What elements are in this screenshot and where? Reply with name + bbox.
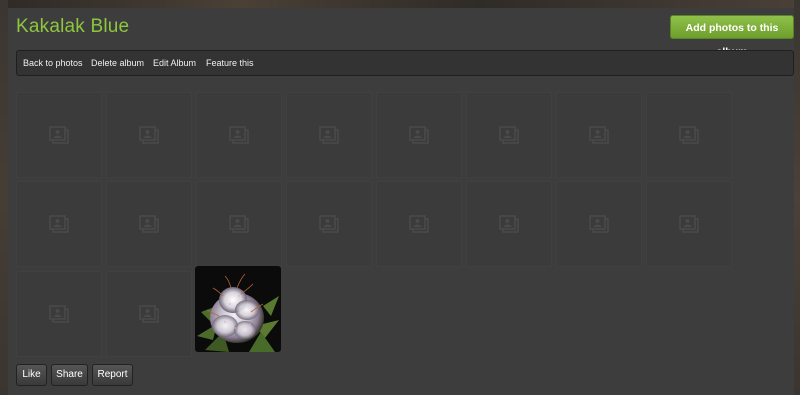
photo-placeholder-icon: [229, 215, 249, 233]
photo-thumbnail[interactable]: [556, 92, 642, 178]
photo-thumbnail[interactable]: [16, 271, 102, 357]
add-photos-button[interactable]: Add photos to this album: [670, 15, 794, 58]
photo-thumbnail[interactable]: [196, 92, 282, 178]
photo-thumbnail[interactable]: [646, 92, 732, 178]
photo-thumbnail[interactable]: [16, 181, 102, 267]
plant-photo-thumbnail[interactable]: [195, 266, 281, 352]
photo-thumbnail[interactable]: [376, 92, 462, 178]
photo-placeholder-icon: [409, 126, 429, 144]
photo-placeholder-icon: [589, 215, 609, 233]
photo-placeholder-icon: [499, 126, 519, 144]
photo-placeholder-icon: [49, 305, 69, 323]
album-page: Kakalak Blue Add photos to this album Ba…: [0, 0, 800, 395]
photo-placeholder-icon: [589, 126, 609, 144]
album-toolbar: Back to photos Delete album Edit Album F…: [16, 50, 794, 76]
back-to-photos-link[interactable]: Back to photos: [23, 51, 83, 75]
photo-placeholder-icon: [499, 215, 519, 233]
photo-placeholder-icon: [229, 126, 249, 144]
feature-this-link[interactable]: Feature this: [206, 51, 254, 75]
share-button[interactable]: Share: [51, 364, 88, 386]
plant-photo: [195, 266, 281, 352]
background-edge-left: [0, 0, 8, 395]
photo-thumbnail[interactable]: [106, 181, 192, 267]
photo-thumbnail[interactable]: [466, 181, 552, 267]
photo-placeholder-icon: [139, 126, 159, 144]
background-edge-right: [794, 0, 800, 395]
photo-placeholder-icon: [139, 215, 159, 233]
photo-grid: [8, 86, 794, 357]
photo-thumbnail[interactable]: [466, 92, 552, 178]
photo-thumbnail[interactable]: [16, 92, 102, 178]
background-strip: [0, 0, 800, 8]
photo-placeholder-icon: [409, 215, 429, 233]
photo-thumbnail[interactable]: [106, 92, 192, 178]
like-button[interactable]: Like: [16, 364, 47, 386]
photo-thumbnail[interactable]: [376, 181, 462, 267]
delete-album-link[interactable]: Delete album: [91, 51, 144, 75]
photo-thumbnail[interactable]: [646, 181, 732, 267]
photo-thumbnail[interactable]: [286, 92, 372, 178]
photo-placeholder-icon: [139, 305, 159, 323]
photo-placeholder-icon: [679, 215, 699, 233]
edit-album-link[interactable]: Edit Album: [153, 51, 196, 75]
album-content: Kakalak Blue Add photos to this album Ba…: [8, 8, 794, 395]
photo-placeholder-icon: [319, 215, 339, 233]
report-button[interactable]: Report: [92, 364, 133, 386]
photo-placeholder-icon: [319, 126, 339, 144]
photo-thumbnail[interactable]: [106, 271, 192, 357]
photo-thumbnail[interactable]: [286, 181, 372, 267]
photo-placeholder-icon: [49, 126, 69, 144]
photo-placeholder-icon: [679, 126, 699, 144]
photo-placeholder-icon: [49, 215, 69, 233]
page-title: Kakalak Blue: [16, 16, 130, 37]
photo-thumbnail[interactable]: [556, 181, 642, 267]
photo-thumbnail[interactable]: [196, 181, 282, 267]
